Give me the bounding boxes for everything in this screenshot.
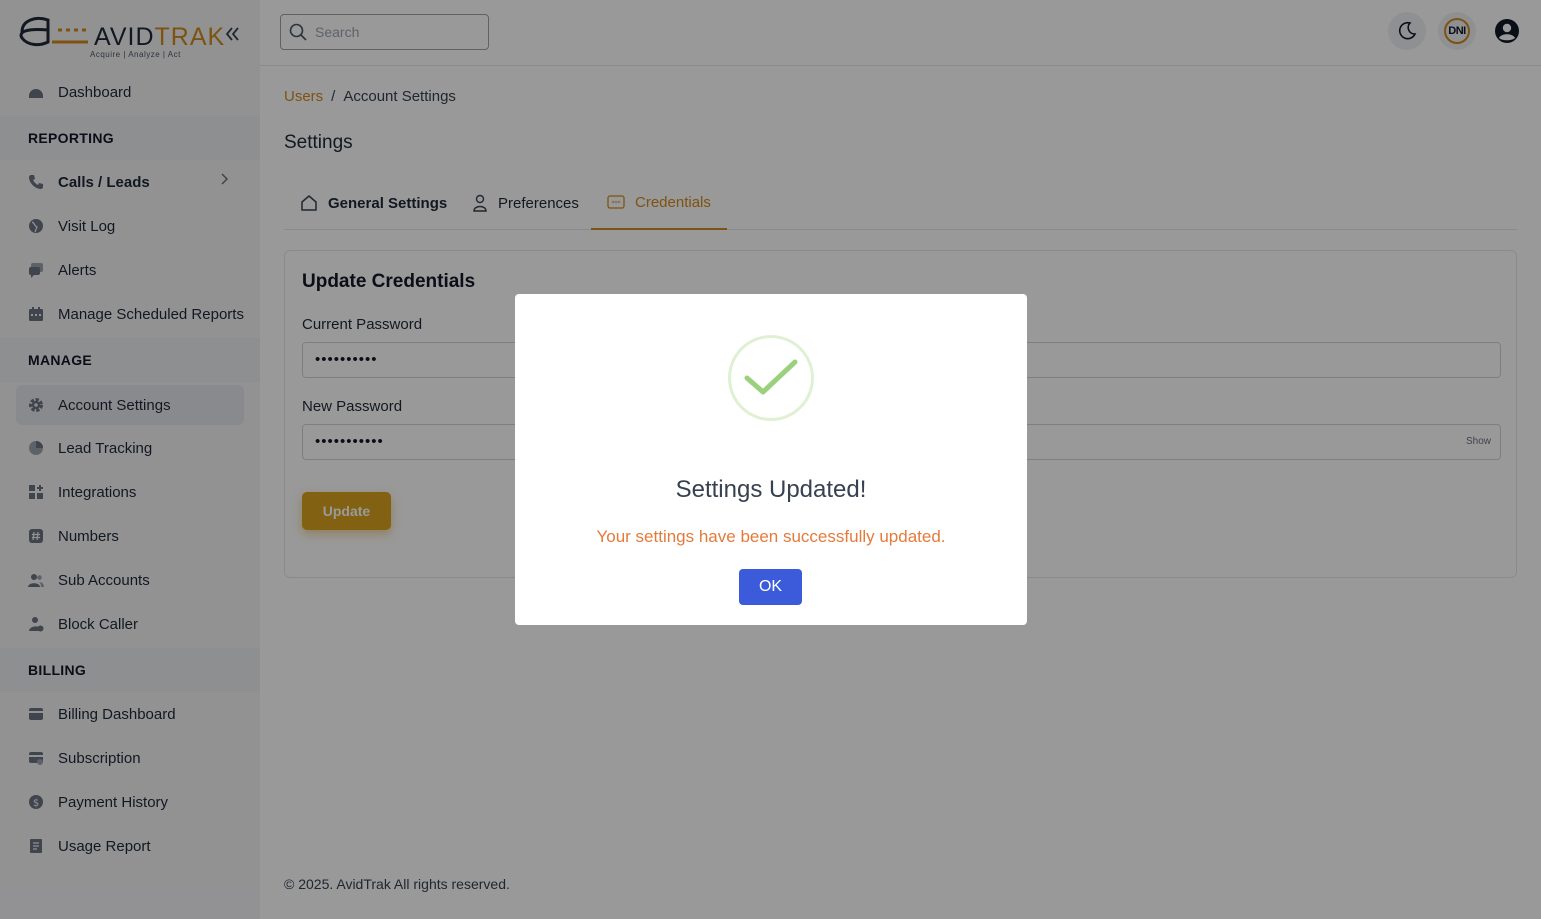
dialog-title: Settings Updated! bbox=[675, 476, 867, 503]
success-check-icon bbox=[728, 335, 814, 421]
ok-button[interactable]: OK bbox=[739, 569, 802, 605]
dialog-message: Your settings have been successfully upd… bbox=[596, 527, 946, 546]
success-dialog: Settings Updated! Your settings have bee… bbox=[515, 294, 1027, 625]
